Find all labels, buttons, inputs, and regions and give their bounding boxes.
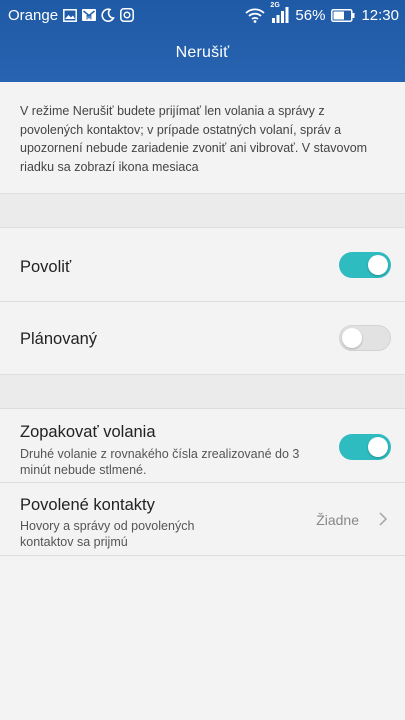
app-icon — [120, 8, 134, 22]
section-divider — [0, 194, 405, 228]
setting-row-scheduled[interactable]: Plánovaný — [0, 302, 405, 375]
chevron-right-icon — [379, 512, 388, 531]
setting-row-allow[interactable]: Povoliť — [0, 228, 405, 302]
image-icon — [63, 8, 77, 22]
carrier-name: Orange — [8, 6, 59, 24]
setting-label-allow: Povoliť — [20, 258, 72, 276]
battery-percent: 56% — [295, 6, 326, 24]
battery-icon — [331, 8, 355, 22]
signal-icon: 2G — [270, 2, 289, 23]
toggle-knob — [368, 255, 388, 275]
clock: 12:30 — [361, 6, 399, 24]
scheduled-toggle[interactable] — [339, 325, 391, 351]
network-type-label: 2G — [270, 2, 280, 9]
app-header: Orange M 2G 56% 12:30 Nerušiť — [0, 0, 405, 82]
setting-row-allowed-contacts[interactable]: Povolené kontakty Hovory a správy od pov… — [0, 483, 405, 556]
setting-label-scheduled: Plánovaný — [20, 330, 98, 348]
setting-label-repeat-calls: Zopakovať volania — [20, 423, 156, 441]
mail-icon: M — [82, 9, 97, 22]
allowed-contacts-value: Žiadne — [316, 512, 359, 528]
toggle-knob — [368, 437, 388, 457]
svg-text:M: M — [86, 15, 92, 22]
setting-row-repeat-calls[interactable]: Zopakovať volania Druhé volanie z rovnak… — [0, 409, 405, 483]
setting-desc-allowed-contacts: Hovory a správy od povolených kontaktov … — [20, 519, 195, 549]
moon-icon — [101, 8, 115, 22]
setting-desc-repeat-calls: Druhé volanie z rovnakého čísla zrealizo… — [20, 447, 300, 477]
repeat-calls-toggle[interactable] — [339, 434, 391, 460]
mode-description: V režime Nerušiť budete prijímať len vol… — [0, 82, 405, 194]
setting-label-allowed-contacts: Povolené kontakty — [20, 496, 155, 514]
status-bar: Orange M 2G 56% 12:30 — [0, 0, 405, 30]
wifi-icon — [245, 8, 266, 23]
toggle-knob — [342, 328, 362, 348]
allow-toggle[interactable] — [339, 252, 391, 278]
page-title: Nerušiť — [175, 44, 230, 61]
section-divider — [0, 375, 405, 409]
